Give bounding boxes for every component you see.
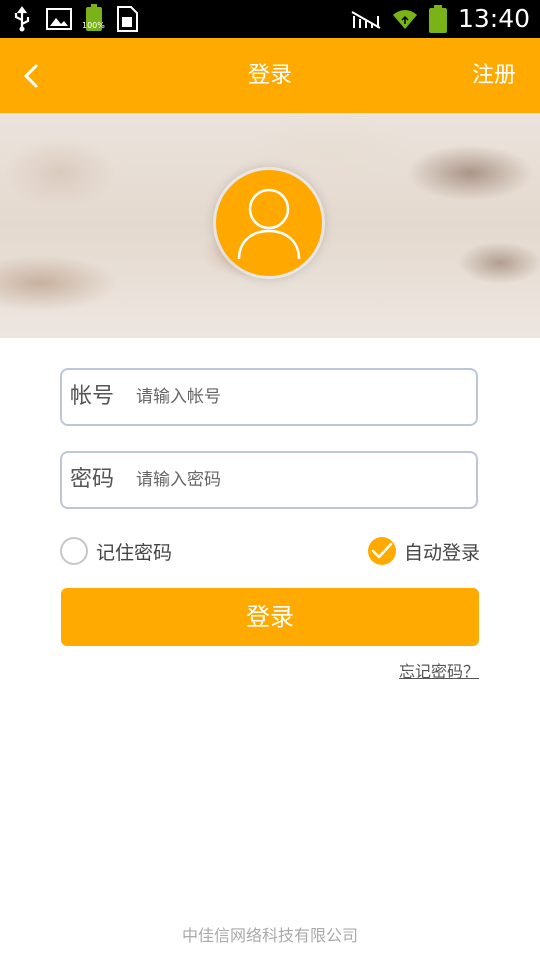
options-row: 记住密码 自动登录 — [60, 537, 480, 571]
remember-password-option[interactable]: 记住密码 — [60, 537, 172, 565]
remember-password-checkbox[interactable] — [60, 537, 88, 565]
check-icon — [371, 542, 393, 559]
account-input[interactable] — [136, 380, 456, 414]
status-bar: 100% 13:40 — [0, 0, 540, 38]
page-title: 登录 — [247, 63, 292, 88]
register-link[interactable]: 注册 — [472, 38, 516, 113]
user-icon — [237, 188, 301, 260]
avatar[interactable] — [216, 170, 322, 276]
battery-icon — [428, 5, 447, 33]
account-field: 帐号 — [60, 368, 478, 426]
battery-percent: 100% — [82, 21, 105, 30]
auto-login-label: 自动登录 — [403, 541, 480, 564]
login-button[interactable]: 登录 — [61, 588, 479, 646]
forgot-password-link[interactable]: 忘记密码？ — [399, 658, 479, 682]
account-label: 帐号 — [70, 384, 115, 409]
company-footer: 中佳信网络科技有限公司 — [181, 926, 358, 945]
remember-password-label: 记住密码 — [96, 541, 173, 564]
battery-icon: 100% — [82, 4, 105, 31]
status-right-icons: 13:40 — [350, 4, 530, 34]
clock: 13:40 — [457, 4, 530, 33]
status-left-icons: 100% — [12, 4, 138, 33]
image-icon — [46, 8, 72, 30]
password-field: 密码 — [60, 451, 478, 509]
password-input[interactable] — [136, 463, 456, 497]
password-label: 密码 — [70, 467, 115, 492]
auto-login-option[interactable]: 自动登录 — [367, 537, 480, 565]
no-signal-icon — [351, 11, 381, 29]
title-bar: 登录 注册 — [0, 38, 540, 113]
wifi-icon — [392, 10, 417, 29]
sim-icon — [117, 6, 138, 32]
usb-icon — [14, 6, 30, 32]
auto-login-checkbox[interactable] — [367, 537, 396, 565]
